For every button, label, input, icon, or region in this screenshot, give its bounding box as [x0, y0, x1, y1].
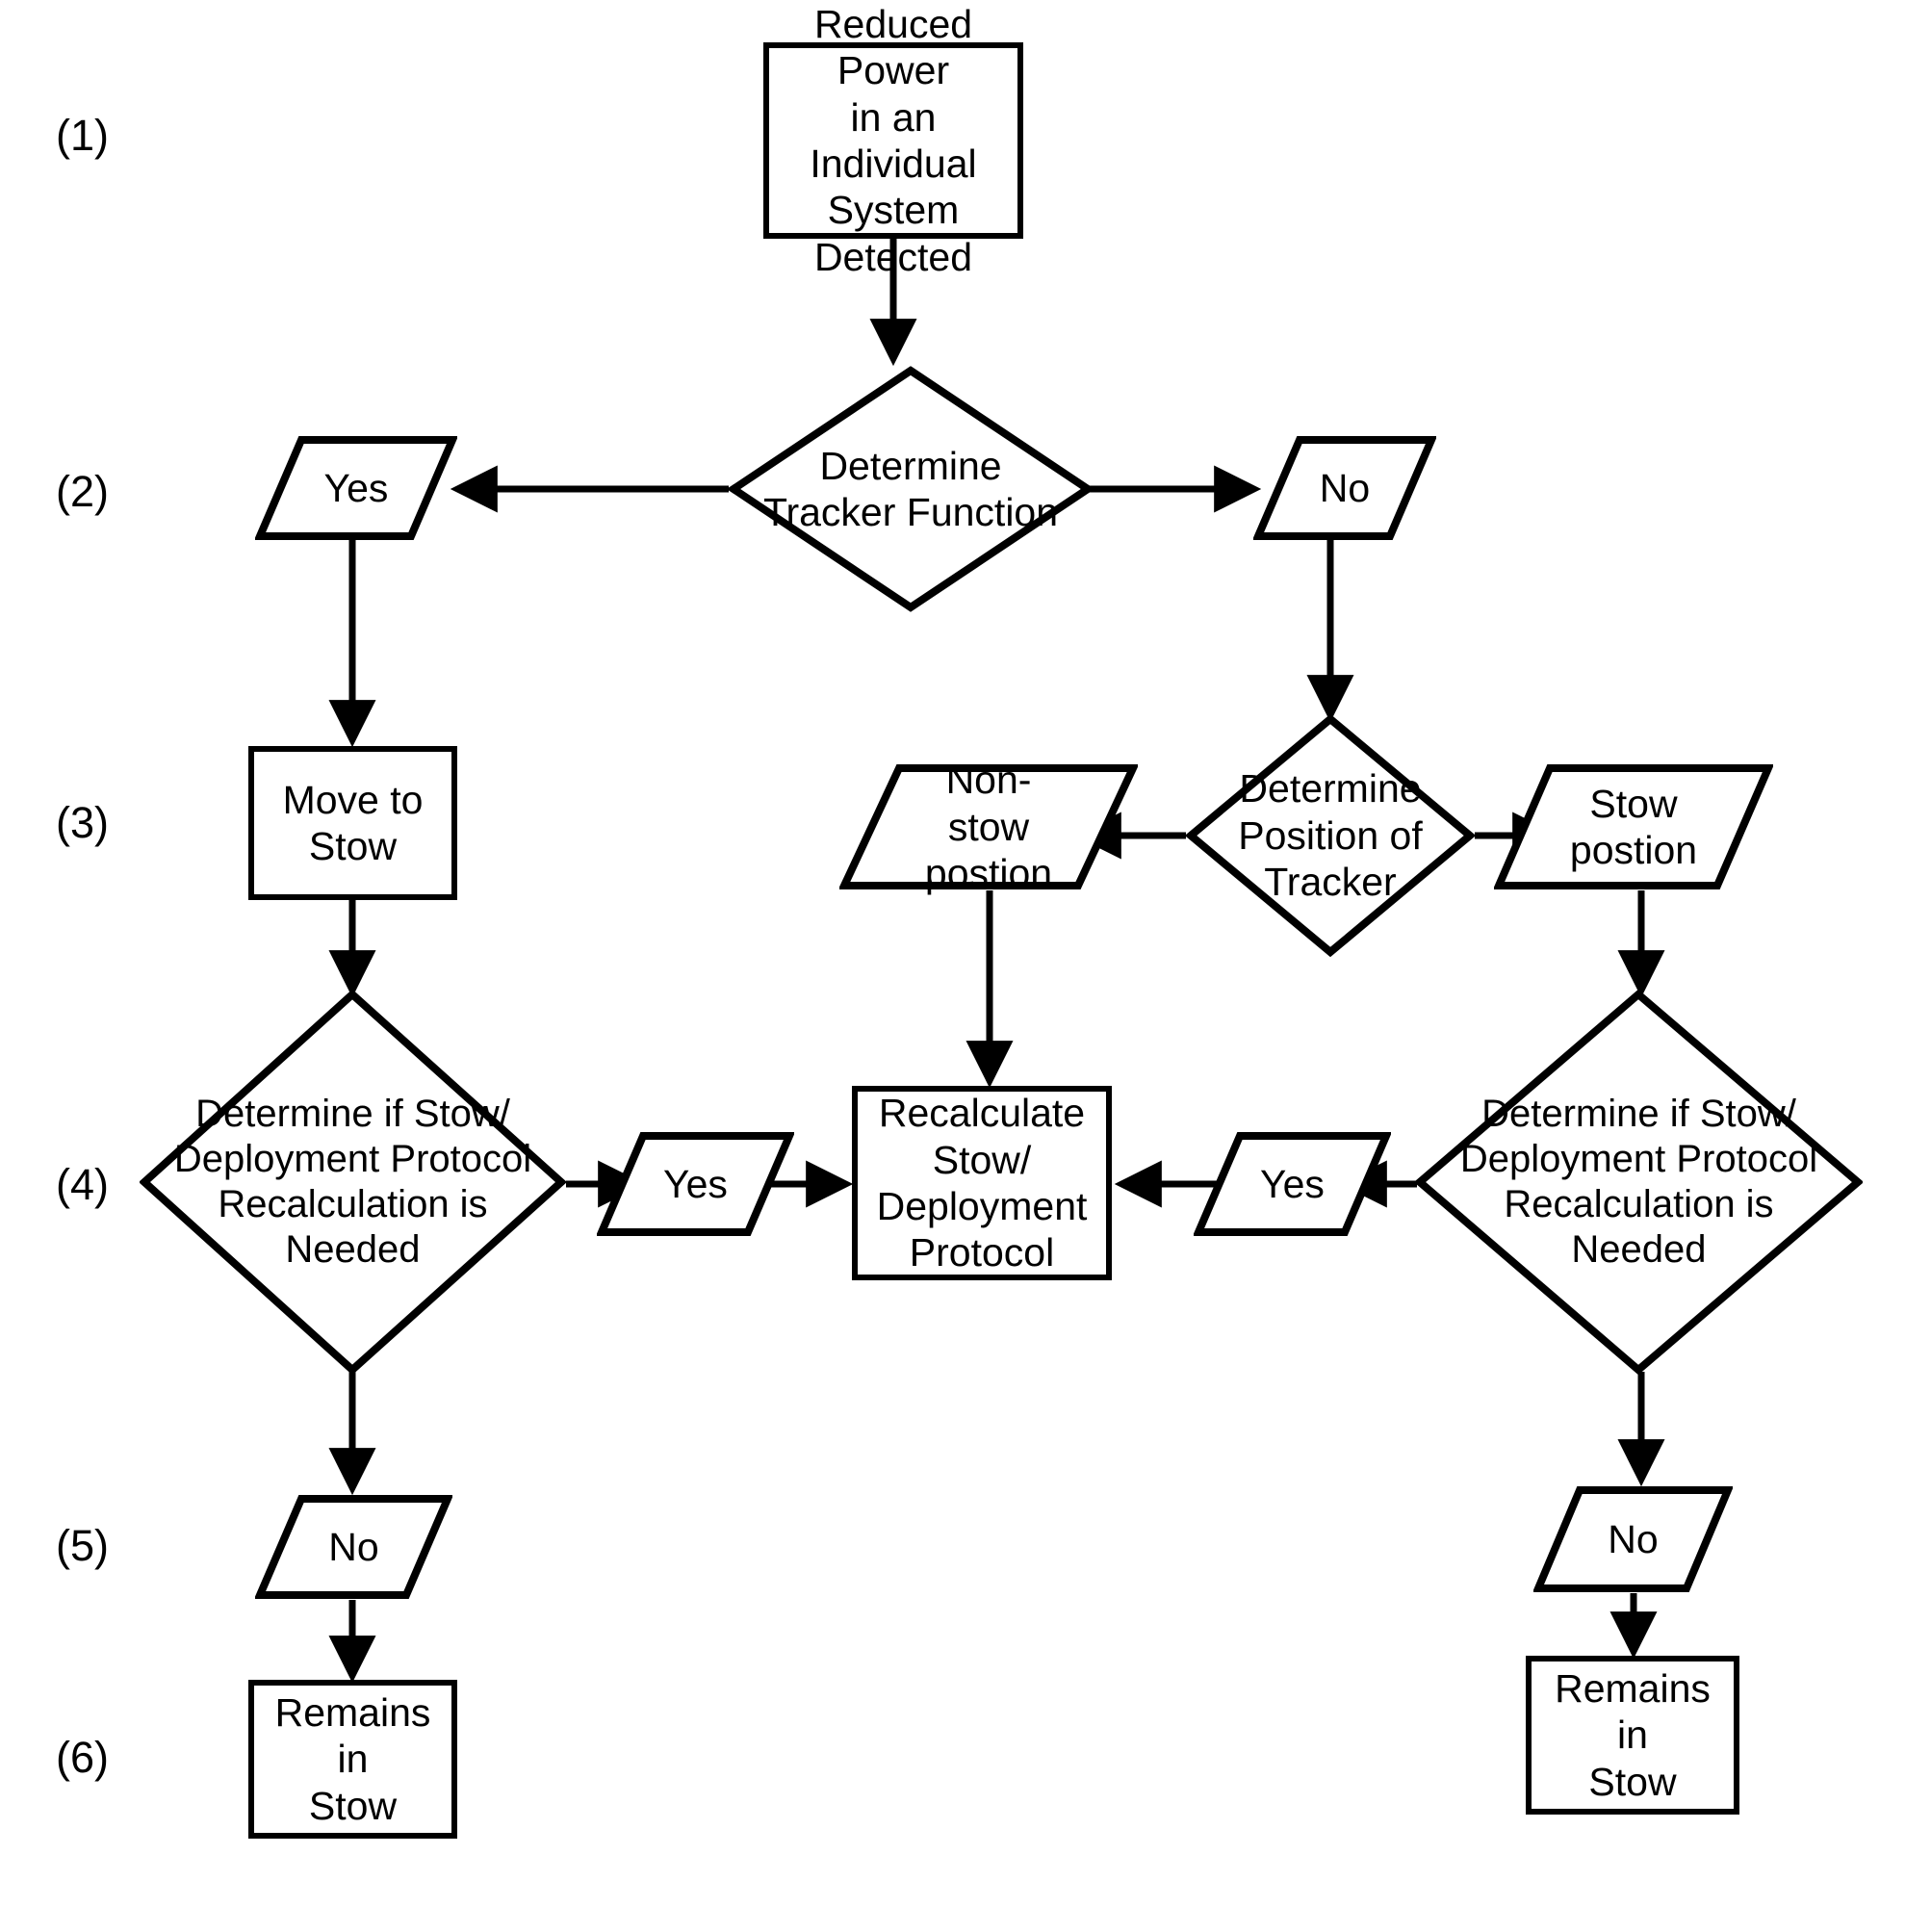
node-label: Non-stow postion: [924, 758, 1053, 896]
node-label: Yes: [323, 465, 389, 510]
node-label: Remains in Stow: [274, 1689, 431, 1828]
node-non-stow-position[interactable]: Non-stow postion: [839, 758, 1138, 895]
row-label-6: (6): [56, 1733, 109, 1782]
node-remains-in-stow-right[interactable]: Remains in Stow: [1526, 1656, 1739, 1815]
node-label: Determine if Stow/Deployment Protocol Rec…: [1459, 1092, 1818, 1272]
node-label: No: [1608, 1516, 1659, 1561]
node-reduced-power-detected[interactable]: Reduced Power in an Individual System Detec…: [763, 2, 1023, 279]
node-yes-right[interactable]: Yes: [1194, 1131, 1391, 1237]
node-label: Determine Position of Tracker: [1238, 766, 1423, 905]
node-no-right[interactable]: No: [1533, 1485, 1733, 1593]
node-label: Yes: [663, 1161, 728, 1206]
node-label: No: [1319, 465, 1371, 510]
node-stow-position[interactable]: Stow postion: [1494, 763, 1773, 890]
node-label: Move to Stow: [282, 777, 424, 868]
node-no-left[interactable]: No: [255, 1494, 452, 1600]
node-yes-left[interactable]: Yes: [597, 1131, 794, 1237]
node-label: Determine if Stow/Deployment Protocol Rec…: [173, 1092, 532, 1272]
node-move-to-stow[interactable]: Move to Stow: [248, 746, 457, 900]
node-label: No: [328, 1524, 379, 1569]
node-label: Remains in Stow: [1555, 1665, 1711, 1804]
node-determine-tracker-function[interactable]: Determine Tracker Function: [729, 366, 1093, 612]
row-label-2: (2): [56, 467, 109, 516]
node-label: Yes: [1260, 1161, 1325, 1206]
row-label-1: (1): [56, 111, 109, 160]
node-recalculate-stow-deployment-protocol[interactable]: Recalculate Stow/Deployment Protocol: [852, 1086, 1112, 1280]
node-label: Reduced Power in an Individual System Detec…: [810, 1, 977, 279]
node-determine-recalc-left[interactable]: Determine if Stow/Deployment Protocol Rec…: [140, 990, 566, 1375]
node-label: Recalculate Stow/Deployment Protocol: [876, 1091, 1088, 1275]
node-label: Stow postion: [1569, 781, 1698, 872]
row-label-4: (4): [56, 1160, 109, 1209]
row-label-3: (3): [56, 798, 109, 847]
node-determine-recalc-right[interactable]: Determine if Stow/Deployment Protocol Rec…: [1415, 990, 1863, 1375]
flowchart-canvas: (1) (2) (3) (4) (5) (6) Reduced Power in …: [0, 0, 1931, 1932]
row-label-5: (5): [56, 1521, 109, 1570]
node-no-tracker-function[interactable]: No: [1253, 435, 1436, 541]
node-label: Determine Tracker Function: [762, 443, 1059, 534]
node-yes-tracker-function[interactable]: Yes: [255, 435, 457, 541]
flowchart-connectors: [328, 239, 1665, 1684]
node-determine-position-of-tracker[interactable]: Determine Position of Tracker: [1186, 714, 1475, 957]
node-remains-in-stow-left[interactable]: Remains in Stow: [248, 1680, 457, 1839]
